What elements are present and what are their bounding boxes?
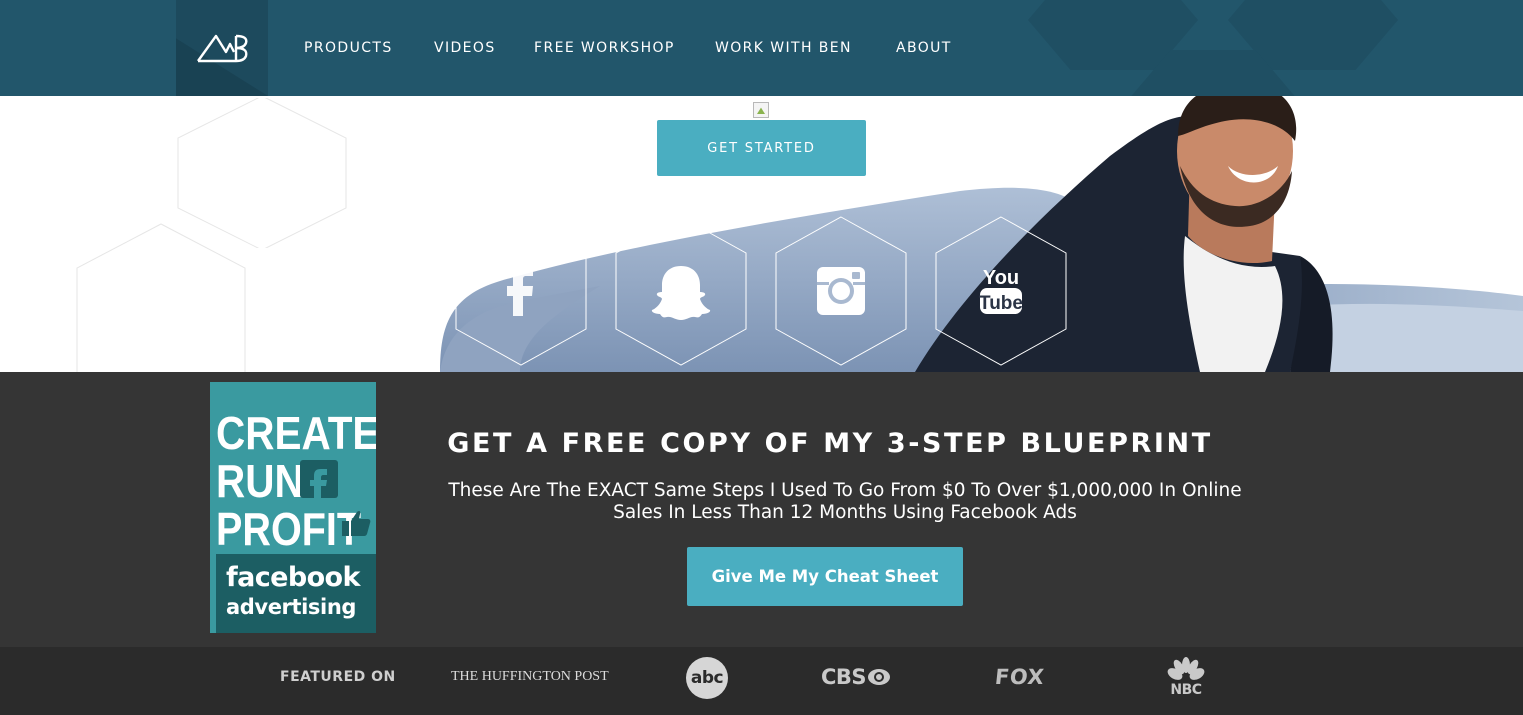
instagram-icon [775, 216, 907, 366]
instagram-link[interactable] [775, 216, 907, 366]
youtube-link[interactable]: You Tube [935, 216, 1067, 366]
site-header: PRODUCTS VIDEOS FREE WORKSHOP WORK WITH … [0, 0, 1523, 96]
fox-logo: FOX [993, 665, 1046, 689]
nav-videos[interactable]: VIDEOS [434, 40, 496, 56]
nav-free-workshop[interactable]: FREE WORKSHOP [534, 40, 675, 56]
facebook-icon [455, 216, 587, 366]
snapchat-link[interactable] [615, 216, 747, 366]
facebook-icon [300, 460, 338, 498]
snapchat-icon [615, 216, 747, 366]
blueprint-section: CREATE RUN PROFIT facebook advertising G… [0, 372, 1523, 647]
cbs-logo-text: CBS [821, 665, 867, 689]
featured-label: FEATURED ON [280, 669, 396, 685]
blueprint-title: GET A FREE COPY OF MY 3-STEP BLUEPRINT [447, 428, 1213, 459]
broken-image-icon [753, 102, 769, 118]
abc-logo: abc [686, 657, 728, 699]
book-title-line: RUN [216, 455, 304, 507]
cheat-sheet-button[interactable]: Give Me My Cheat Sheet [687, 547, 963, 606]
nav-work-with-ben[interactable]: WORK WITH BEN [715, 40, 852, 56]
book-cover: CREATE RUN PROFIT facebook advertising [210, 382, 376, 633]
nbc-peacock-icon [1167, 657, 1205, 680]
mb-logo-icon [197, 34, 248, 63]
nbc-logo: NBC [1166, 656, 1206, 698]
book-title-line: PROFIT [216, 503, 362, 555]
nav-about[interactable]: ABOUT [896, 40, 952, 56]
cbs-eye-icon [868, 669, 891, 685]
youtube-icon: You Tube [935, 216, 1067, 366]
decor-hexagon [76, 223, 246, 372]
cbs-logo: CBS [821, 665, 891, 689]
nbc-logo-text: NBC [1170, 682, 1202, 698]
huffington-post-logo: THE HUFFINGTON POST [451, 669, 609, 684]
site-logo[interactable] [176, 0, 268, 96]
featured-on-bar: FEATURED ON THE HUFFINGTON POST abc CBS … [0, 647, 1523, 715]
facebook-link[interactable] [455, 216, 587, 366]
nav-products[interactable]: PRODUCTS [304, 40, 393, 56]
get-started-button[interactable]: GET STARTED [657, 120, 866, 176]
book-subtitle-area: facebook advertising [216, 554, 376, 633]
hero-section: GET STARTED You Tube [0, 96, 1523, 372]
thumbs-up-icon [342, 510, 371, 536]
blueprint-subtitle: These Are The EXACT Same Steps I Used To… [448, 480, 1242, 523]
youtube-label-top: You [983, 267, 1019, 289]
youtube-label-bottom: Tube [979, 293, 1023, 314]
book-title-line: CREATE [216, 407, 376, 459]
book-subtitle: advertising [226, 595, 357, 619]
book-subtitle: facebook [226, 562, 360, 593]
